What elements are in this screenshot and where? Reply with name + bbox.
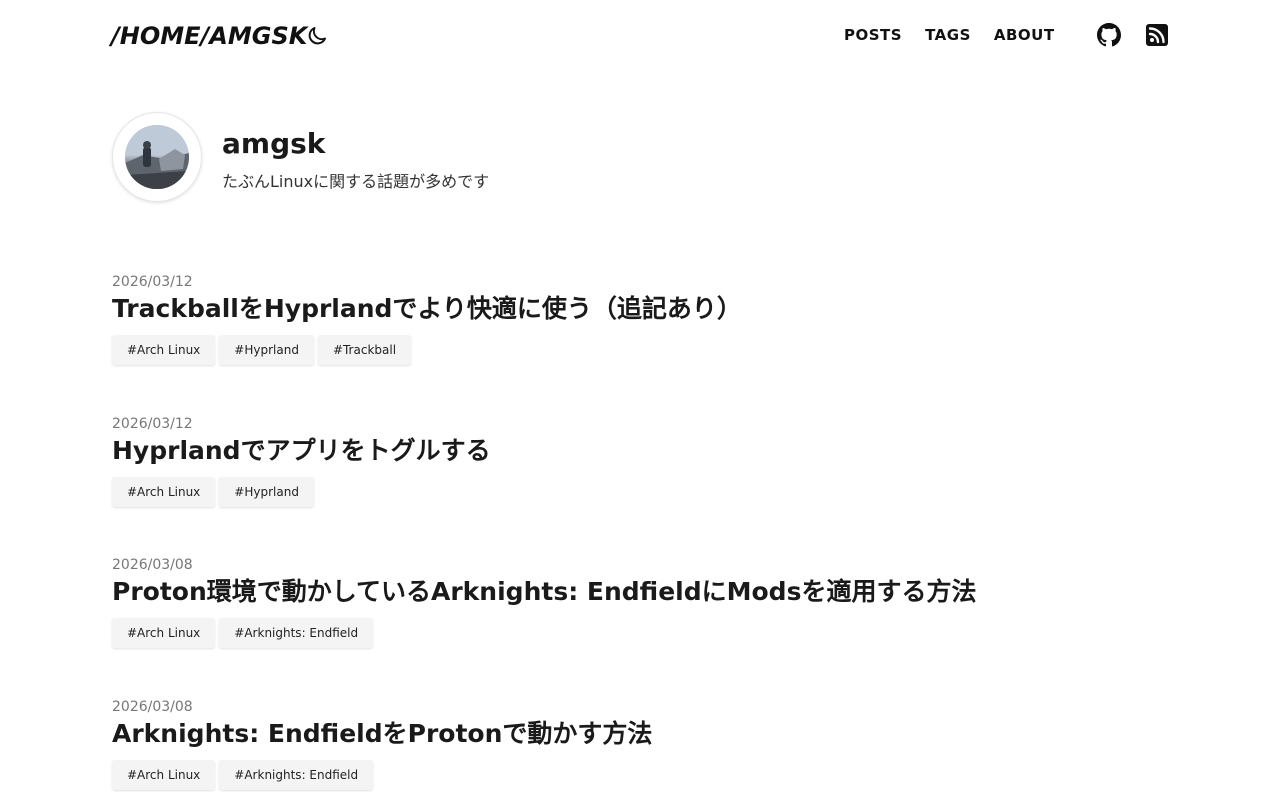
- post-date: 2026/03/08: [112, 699, 193, 715]
- tag-link[interactable]: #Arch Linux: [112, 335, 216, 365]
- profile-card: amgsk たぶんLinuxに関する話題が多めです: [112, 112, 912, 204]
- main-nav: POSTS TAGS ABOUT: [844, 22, 1078, 48]
- post-item: 2026/03/08 Arknights: EndfieldをProtonで動か…: [112, 697, 1168, 790]
- tag-link[interactable]: #Arch Linux: [112, 618, 216, 648]
- tag-link[interactable]: #Arknights: Endfield: [219, 618, 374, 648]
- moon-icon: [308, 27, 326, 45]
- avatar-ring: [112, 112, 202, 202]
- profile-description: たぶんLinuxに関する話題が多めです: [222, 172, 490, 191]
- tag-link[interactable]: #Arch Linux: [112, 477, 216, 507]
- profile-name: amgsk: [222, 127, 326, 160]
- post-tags: #Arch Linux #Hyprland #Trackball: [112, 335, 1168, 365]
- post-tags: #Arch Linux #Arknights: Endfield: [112, 760, 1168, 790]
- nav-tags-link[interactable]: TAGS: [925, 22, 971, 48]
- github-icon: [1097, 23, 1121, 47]
- avatar: [125, 125, 189, 189]
- post-item: 2026/03/12 TrackballをHyprlandでより快適に使う（追記…: [112, 272, 1168, 365]
- nav-posts-link[interactable]: POSTS: [844, 22, 902, 48]
- post-title-link[interactable]: Proton環境で動かしているArknights: EndfieldにModsを…: [112, 576, 976, 608]
- post-date: 2026/03/08: [112, 557, 193, 573]
- tag-link[interactable]: #Hyprland: [219, 335, 314, 365]
- site-title-link[interactable]: /HOME/AMGSK: [111, 20, 307, 52]
- post-title-link[interactable]: Arknights: EndfieldをProtonで動かす方法: [112, 718, 652, 750]
- tag-link[interactable]: #Trackball: [317, 335, 412, 365]
- post-title-link[interactable]: Hyprlandでアプリをトグルする: [112, 435, 491, 467]
- tag-link[interactable]: #Arknights: Endfield: [219, 760, 374, 790]
- github-link[interactable]: [1096, 22, 1122, 48]
- post-date: 2026/03/12: [112, 274, 193, 290]
- post-item: 2026/03/12 Hyprlandでアプリをトグルする #Arch Linu…: [112, 414, 1168, 507]
- tag-link[interactable]: #Hyprland: [219, 477, 314, 507]
- post-date: 2026/03/12: [112, 416, 193, 432]
- tag-link[interactable]: #Arch Linux: [112, 760, 216, 790]
- site-header: /HOME/AMGSK POSTS TAGS ABOUT: [0, 0, 1280, 72]
- nav-about-link[interactable]: ABOUT: [994, 22, 1055, 48]
- rss-link[interactable]: [1144, 22, 1170, 48]
- post-tags: #Arch Linux #Hyprland: [112, 477, 1168, 507]
- post-title-link[interactable]: TrackballをHyprlandでより快適に使う（追記あり）: [112, 293, 742, 325]
- post-tags: #Arch Linux #Arknights: Endfield: [112, 618, 1168, 648]
- social-links: [1096, 22, 1170, 48]
- post-item: 2026/03/08 Proton環境で動かしているArknights: End…: [112, 555, 1168, 648]
- theme-toggle-button[interactable]: [305, 24, 329, 48]
- rss-icon: [1146, 24, 1168, 46]
